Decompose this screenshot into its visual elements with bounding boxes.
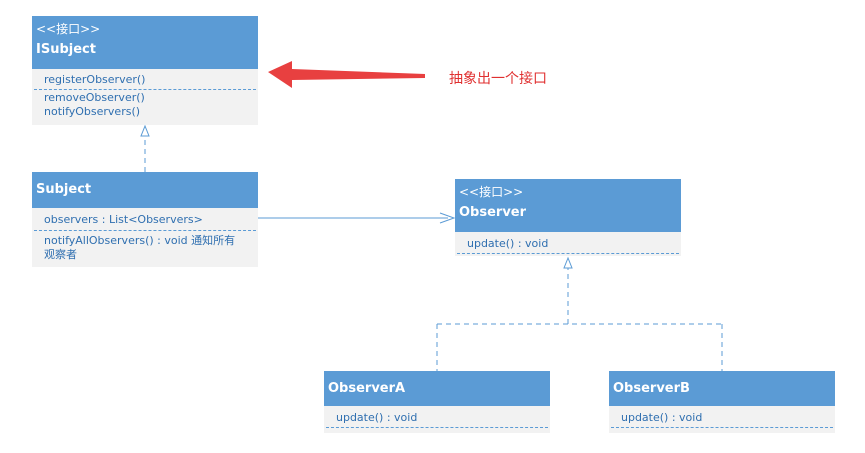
observer-a-class-box: ObserverA update() : void bbox=[324, 371, 550, 433]
notify-observers-method: notifyObservers() bbox=[44, 105, 141, 118]
isubject-separator bbox=[34, 89, 256, 90]
observers-field: observers : List<Observers> bbox=[44, 213, 203, 226]
observer-name: Observer bbox=[459, 205, 527, 220]
observer-b-update-method: update() : void bbox=[621, 411, 703, 424]
observer-b-class-box: ObserverB update() : void bbox=[609, 371, 835, 433]
subject-realization-arrowhead bbox=[140, 124, 150, 137]
observer-a-update-method: update() : void bbox=[336, 411, 418, 424]
observer-a-separator bbox=[326, 427, 548, 428]
observer-update-method: update() : void bbox=[467, 237, 549, 250]
subject-separator bbox=[34, 230, 256, 231]
subject-header: Subject bbox=[32, 172, 258, 208]
observer-realization-arrowhead bbox=[563, 256, 573, 269]
isubject-stereotype: <<接口>> bbox=[36, 22, 101, 36]
observer-b-name: ObserverB bbox=[613, 381, 690, 396]
observer-b-header: ObserverB bbox=[609, 371, 835, 406]
remove-observer-method: removeObserver() bbox=[44, 91, 145, 104]
observer-separator bbox=[457, 253, 679, 254]
observer-a-header: ObserverA bbox=[324, 371, 550, 406]
register-observer-method: registerObserver() bbox=[44, 73, 146, 86]
observer-interface-box: <<接口>> Observer update() : void bbox=[455, 179, 681, 256]
isubject-header: <<接口>> ISubject bbox=[32, 16, 258, 69]
observer-b-separator bbox=[611, 427, 833, 428]
subject-name: Subject bbox=[36, 182, 92, 197]
subject-class-box: Subject observers : List<Observers> noti… bbox=[32, 172, 258, 267]
annotation-arrow bbox=[268, 61, 425, 88]
isubject-interface-box: <<接口>> ISubject registerObserver() remov… bbox=[32, 16, 258, 125]
observer-stereotype: <<接口>> bbox=[459, 185, 524, 199]
observer-a-name: ObserverA bbox=[328, 381, 406, 396]
isubject-name: ISubject bbox=[36, 42, 96, 57]
interface-annotation: 抽象出一个接口 bbox=[449, 71, 547, 87]
observer-header: <<接口>> Observer bbox=[455, 179, 681, 232]
notify-all-observers-method: notifyAllObservers() : void 通知所有观察者 bbox=[44, 234, 236, 261]
